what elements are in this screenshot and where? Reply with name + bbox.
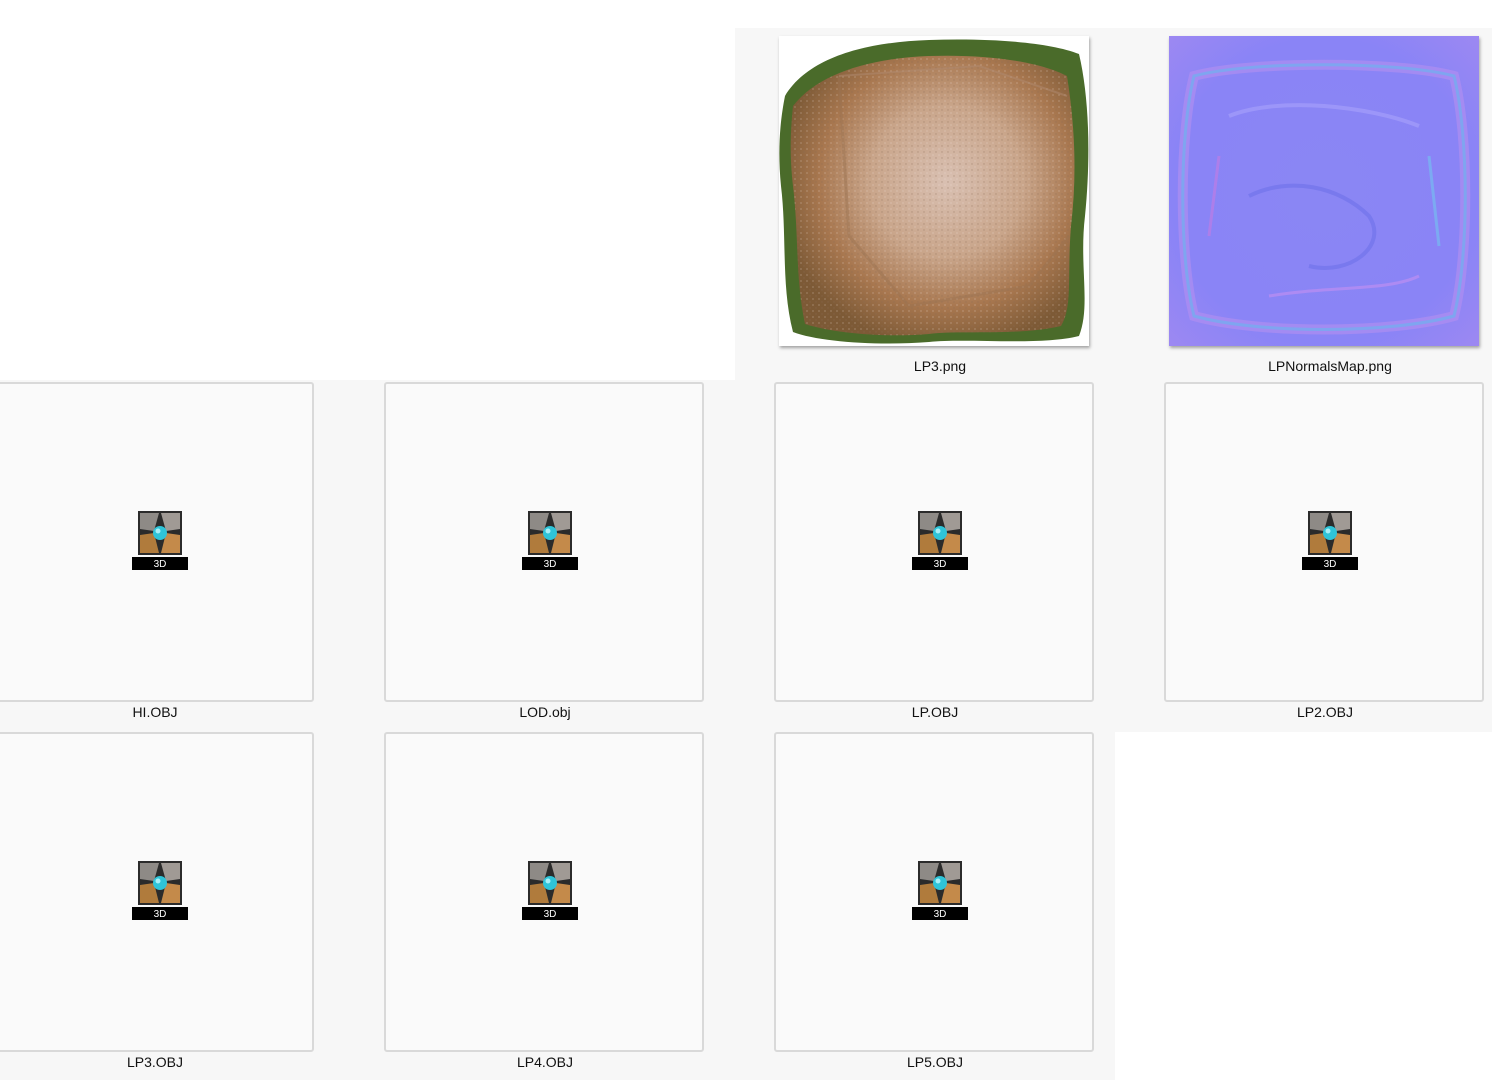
file-item-lp5-obj[interactable]: 3D LP5.OBJ: [770, 732, 1100, 1080]
file-name-label: LP3.png: [913, 358, 967, 374]
file-name-label: HI.OBJ: [132, 704, 178, 720]
3d-object-icon: 3D: [912, 511, 968, 571]
3d-object-icon: 3D: [912, 861, 968, 921]
file-item-lp-obj[interactable]: 3D LP.OBJ: [770, 382, 1100, 732]
file-explorer-view: LP3.png LPNormalsMap.png 3D HI.OBJ 3D LO…: [0, 0, 1492, 1080]
3d-object-icon: 3D: [132, 511, 188, 571]
3d-object-icon: 3D: [522, 861, 578, 921]
file-item-lp4-obj[interactable]: 3D LP4.OBJ: [380, 732, 710, 1080]
svg-text:3D: 3D: [934, 559, 947, 570]
file-name-label: LPNormalsMap.png: [1268, 358, 1392, 374]
file-name-label: LP4.OBJ: [516, 1054, 574, 1070]
file-item-lp3-png[interactable]: LP3.png: [775, 36, 1105, 386]
file-name-label: LP.OBJ: [911, 704, 959, 720]
3d-object-icon: 3D: [522, 511, 578, 571]
file-name-label: LP3.OBJ: [126, 1054, 184, 1070]
svg-text:3D: 3D: [154, 559, 167, 570]
rock-texture-thumbnail: [779, 36, 1089, 346]
file-name-label: LP2.OBJ: [1296, 704, 1354, 720]
3d-object-icon: 3D: [1302, 511, 1358, 571]
file-item-lp3-obj[interactable]: 3D LP3.OBJ: [0, 732, 320, 1080]
file-item-lpnormalsmap-png[interactable]: LPNormalsMap.png: [1165, 36, 1492, 386]
svg-text:3D: 3D: [1324, 559, 1337, 570]
file-item-lp2-obj[interactable]: 3D LP2.OBJ: [1160, 382, 1490, 732]
svg-text:3D: 3D: [154, 909, 167, 920]
normal-map-thumbnail: [1169, 36, 1479, 346]
file-name-label: LP5.OBJ: [906, 1054, 964, 1070]
3d-object-icon: 3D: [132, 861, 188, 921]
svg-text:3D: 3D: [544, 909, 557, 920]
file-name-label: LOD.obj: [519, 704, 571, 720]
file-item-hi-obj[interactable]: 3D HI.OBJ: [0, 382, 320, 732]
file-item-lod-obj[interactable]: 3D LOD.obj: [380, 382, 710, 732]
svg-text:3D: 3D: [544, 559, 557, 570]
svg-text:3D: 3D: [934, 909, 947, 920]
